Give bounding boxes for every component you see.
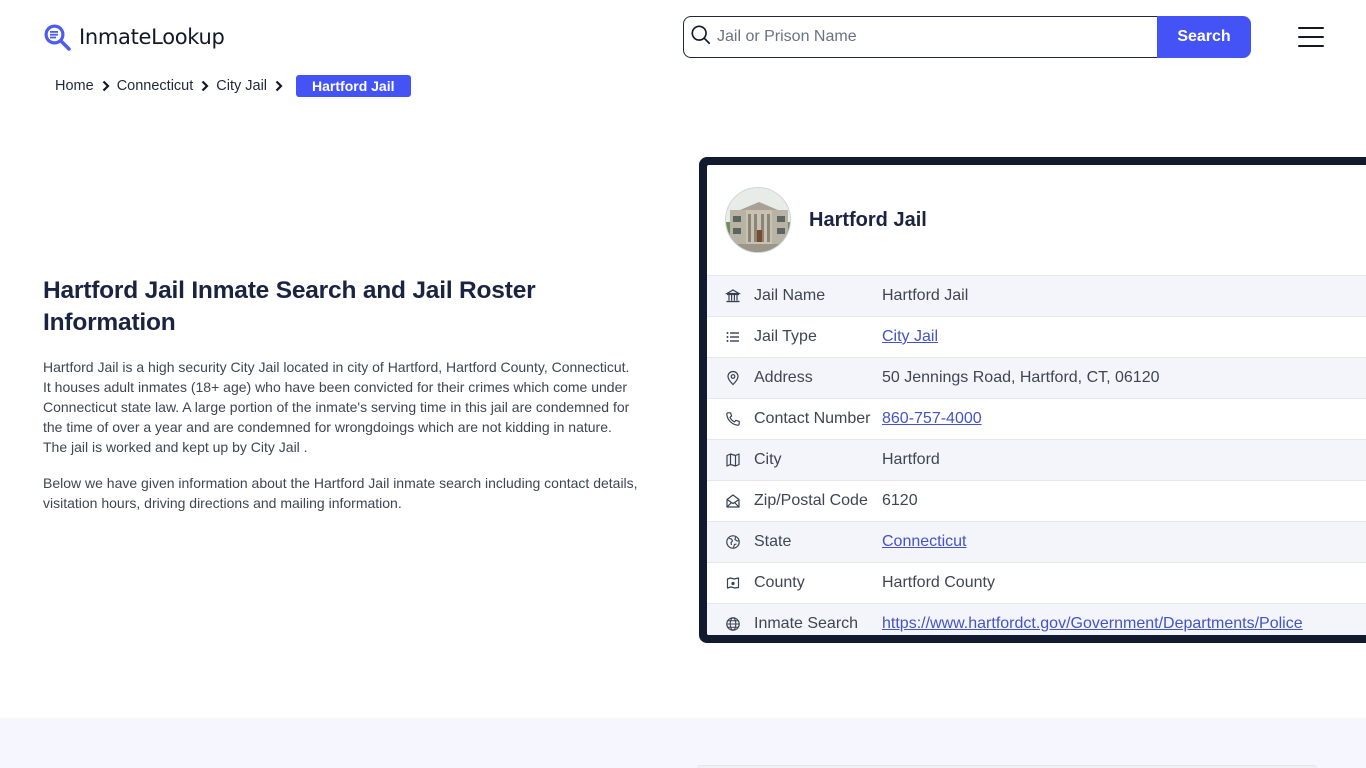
info-label: City [754,451,782,468]
info-label: Contact Number [754,410,871,427]
bank-icon [724,287,742,305]
info-row-state: State Connecticut [707,521,1366,562]
breadcrumb: Home Connecticut City Jail Hartford Jail [55,75,411,97]
map-pin-icon [724,369,742,387]
menu-bar [1298,27,1324,29]
jail-info-card: Hartford Jail Jail Name Hartford Jail Ja… [699,157,1366,643]
info-row-zip: Zip/Postal Code 6120 [707,480,1366,521]
info-row-inmate-search: Inmate Search https://www.hartfordct.gov… [707,603,1366,635]
state-globe-icon [724,533,742,551]
info-value: Hartford Jail [882,287,969,304]
inmate-search-link[interactable]: https://www.hartfordct.gov/Government/De… [882,615,1303,632]
info-label: Zip/Postal Code [754,492,868,509]
info-value: 50 Jennings Road, Hartford, CT, 06120 [882,369,1160,386]
logo-magnifier-icon [42,22,72,52]
info-value: Hartford [882,451,940,468]
logo-text: InmateLookup [79,25,225,49]
list-icon [724,328,742,346]
chevron-right-icon [97,79,115,93]
page-title: Hartford Jail Inmate Search and Jail Ros… [43,277,536,336]
mail-open-icon [724,492,742,510]
jail-photo [725,187,791,253]
globe-icon [724,615,742,633]
phone-icon [724,410,742,428]
search-input[interactable] [717,28,1137,46]
info-label: State [754,533,792,550]
search-form: Search [683,16,1251,58]
info-label: Inmate Search [754,615,859,632]
info-label: Jail Name [754,287,826,304]
card-title: Hartford Jail [809,208,927,231]
info-label: Address [754,369,813,386]
state-link[interactable]: Connecticut [882,533,967,550]
search-button[interactable]: Search [1157,16,1251,58]
next-section-background [0,718,1366,768]
info-row-contact: Contact Number 860-757-4000 [707,398,1366,439]
map-icon [724,451,742,469]
info-row-city: City Hartford [707,439,1366,480]
info-label: Jail Type [754,328,817,345]
hamburger-menu-button[interactable] [1298,27,1324,47]
info-row-jail-name: Jail Name Hartford Jail [707,275,1366,316]
info-value: Hartford County [882,574,995,591]
menu-bar [1298,45,1324,47]
breadcrumb-home[interactable]: Home [55,78,94,94]
breadcrumb-current: Hartford Jail [296,75,411,97]
menu-bar [1298,36,1324,38]
chevron-right-icon [270,79,288,93]
info-row-jail-type: Jail Type City Jail [707,316,1366,357]
chevron-right-icon [196,79,214,93]
phone-link[interactable]: 860-757-4000 [882,410,982,427]
intro-paragraph: Below we have given information about th… [43,475,638,511]
county-map-icon [724,574,742,592]
breadcrumb-connecticut[interactable]: Connecticut [117,78,194,94]
info-row-county: County Hartford County [707,562,1366,603]
info-label: County [754,574,805,591]
breadcrumb-city-jail[interactable]: City Jail [216,78,267,94]
intro-paragraph: Hartford Jail is a high security City Ja… [43,359,630,455]
info-row-address: Address 50 Jennings Road, Hartford, CT, … [707,357,1366,398]
intro-section: Hartford Jail Inmate Search and Jail Ros… [43,275,638,513]
card-header: Hartford Jail [707,165,1366,275]
info-value: 6120 [882,492,918,509]
search-icon [690,24,712,51]
site-logo[interactable]: InmateLookup [42,22,225,52]
search-box [683,16,1157,58]
jail-type-link[interactable]: City Jail [882,328,938,345]
